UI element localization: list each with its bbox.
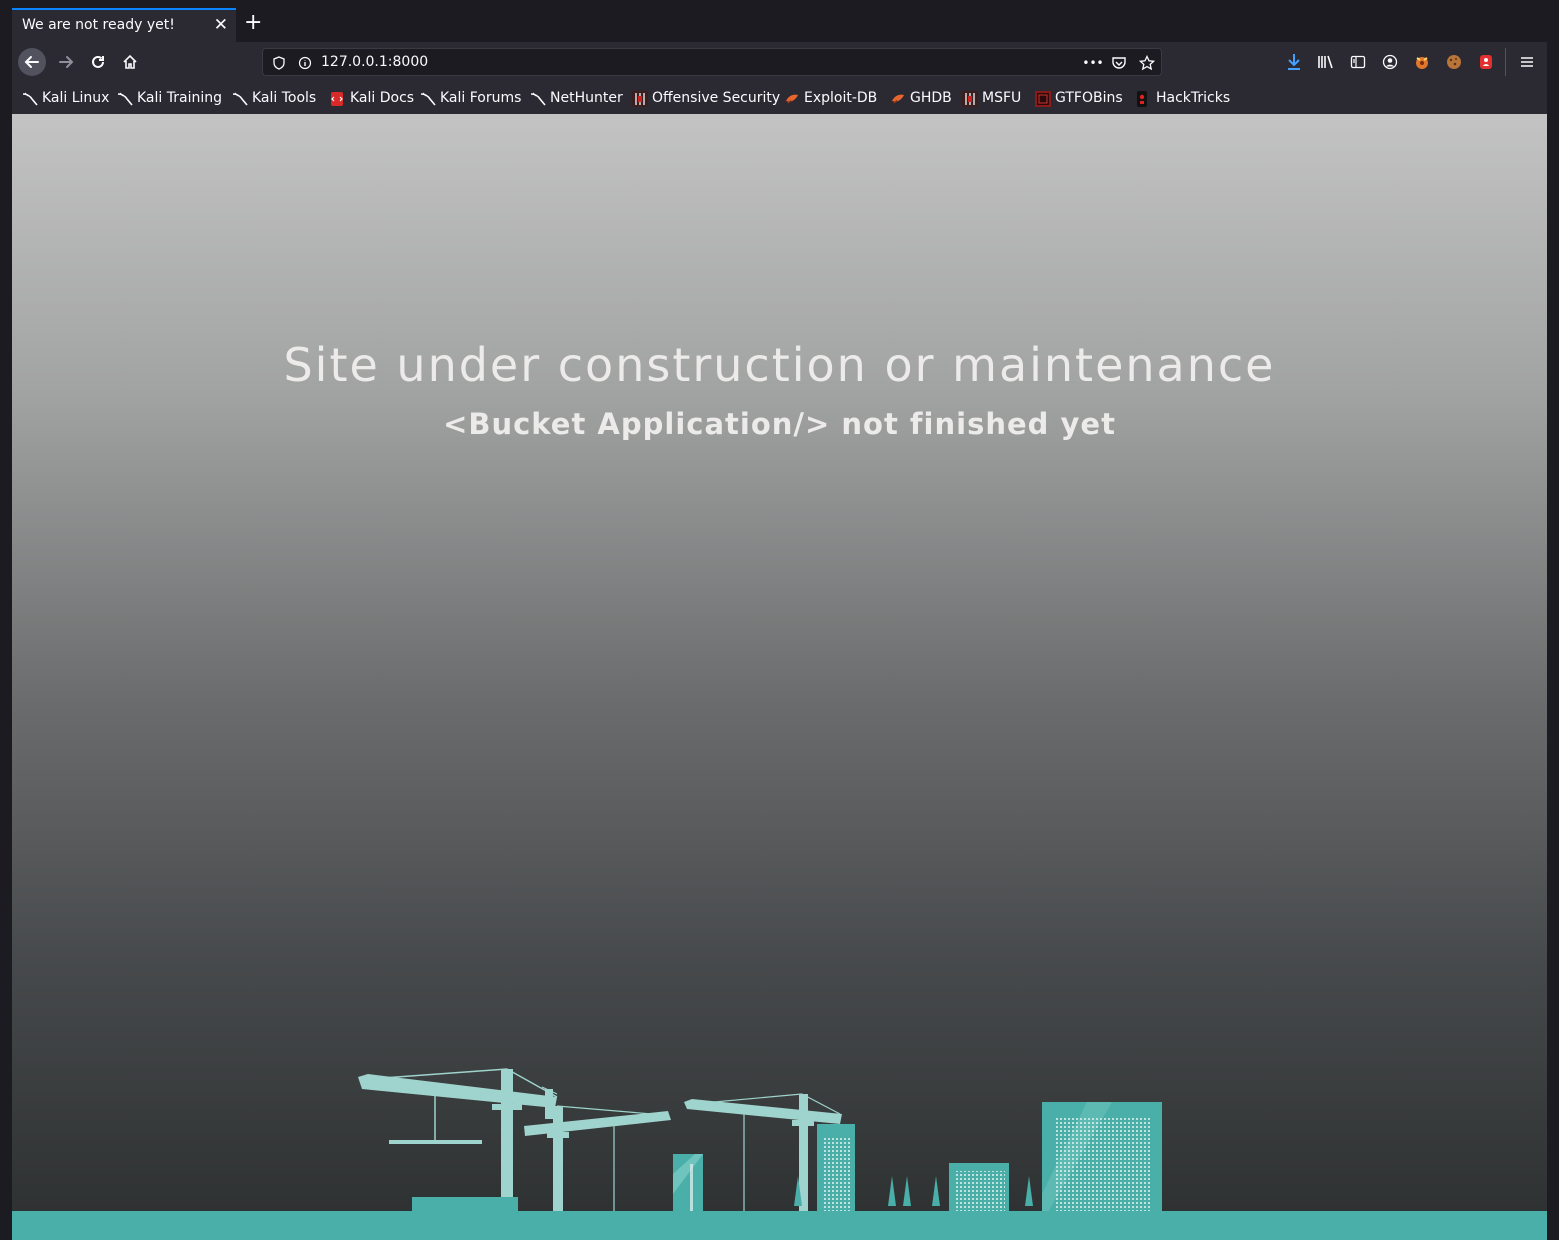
exploitdb-icon <box>784 91 798 105</box>
desktop-right-edge <box>1547 0 1559 1240</box>
forward-button[interactable] <box>52 48 80 76</box>
back-button[interactable] <box>18 48 46 76</box>
bookmark-label: Kali Tools <box>252 90 317 106</box>
home-button[interactable] <box>116 48 144 76</box>
toolbar-separator <box>1505 48 1506 76</box>
bookmark-label: Exploit-DB <box>804 90 878 106</box>
bookmark-label: Kali Linux <box>42 90 110 106</box>
bookmark-kali-linux[interactable]: Kali Linux <box>22 88 109 108</box>
tab-close-icon[interactable]: ✕ <box>214 15 228 35</box>
building-small-left <box>673 1154 703 1216</box>
bookmark-nethunter[interactable]: NetHunter <box>530 88 623 108</box>
kali-dragon-icon <box>530 91 546 106</box>
building-large-right <box>1042 1102 1162 1222</box>
page-content: Site under construction or maintenance <… <box>12 114 1547 1240</box>
crane-middle <box>524 1086 671 1213</box>
site-info-icon[interactable] <box>295 53 315 73</box>
bookmark-offensive-security[interactable]: Offensive Security <box>632 88 780 108</box>
bookmark-kali-tools[interactable]: Kali Tools <box>232 88 316 108</box>
arrow-right-icon <box>59 56 74 68</box>
bookmark-kali-training[interactable]: Kali Training <box>117 88 222 108</box>
hamburger-menu-icon[interactable] <box>1516 51 1538 73</box>
page-actions-icon[interactable]: ••• <box>1081 53 1105 73</box>
navigation-toolbar: 127.0.0.1:8000 ••• <box>12 42 1547 82</box>
bookmark-msfu[interactable]: MSFU <box>962 88 1021 108</box>
tab-active[interactable]: We are not ready yet! ✕ <box>12 8 236 42</box>
bookmark-label: NetHunter <box>550 90 623 106</box>
bookmark-label: GTFOBins <box>1055 90 1123 106</box>
tracking-shield-icon[interactable] <box>269 53 289 73</box>
kali-dragon-icon <box>420 91 436 106</box>
tab-strip: We are not ready yet! ✕ + <box>12 0 1547 42</box>
bookmark-label: Kali Forums <box>440 90 522 106</box>
arrow-left-icon <box>24 56 39 68</box>
desktop-left-edge <box>0 0 12 1240</box>
exploitdb-icon <box>890 91 904 105</box>
pocket-icon[interactable] <box>1109 53 1129 73</box>
cookie-editor-icon[interactable] <box>1443 51 1465 73</box>
extension-icon[interactable] <box>1411 51 1433 73</box>
bookmark-label: GHDB <box>910 90 952 106</box>
bookmark-ghdb[interactable]: GHDB <box>890 88 952 108</box>
hacktricks-icon <box>1136 91 1150 107</box>
tab-title: We are not ready yet! <box>22 17 175 33</box>
library-icon[interactable] <box>1315 51 1337 73</box>
crane-large-left <box>358 1068 558 1214</box>
offsec-icon <box>632 91 648 107</box>
bookmark-kali-docs[interactable]: Kali Docs <box>330 88 414 108</box>
url-text: 127.0.0.1:8000 <box>321 54 429 70</box>
downloads-icon[interactable] <box>1283 51 1305 73</box>
reload-button[interactable] <box>84 48 112 76</box>
kali-docs-icon <box>330 91 344 106</box>
bookmark-label: Kali Docs <box>350 90 415 106</box>
ground-strip <box>12 1211 1547 1240</box>
gtfobins-icon <box>1035 91 1051 107</box>
offsec-icon <box>962 91 978 107</box>
bookmark-label: HackTricks <box>1156 90 1231 106</box>
home-icon <box>123 54 137 69</box>
browser-window: We are not ready yet! ✕ + 127.0.0.1:8000… <box>12 0 1547 1240</box>
bookmark-label: Kali Training <box>137 90 222 106</box>
bookmarks-toolbar: Kali Linux Kali Training Kali Tools Kali Do… <box>12 82 1547 114</box>
bookmark-exploit-db[interactable]: Exploit-DB <box>784 88 877 108</box>
bookmark-kali-forums[interactable]: Kali Forums <box>420 88 521 108</box>
new-tab-button[interactable]: + <box>244 12 262 34</box>
bookmark-hacktricks[interactable]: HackTricks <box>1136 88 1230 108</box>
kali-dragon-icon <box>22 91 38 106</box>
bookmark-gtfobins[interactable]: GTFOBins <box>1035 88 1123 108</box>
bookmark-star-icon[interactable] <box>1137 53 1157 73</box>
reload-icon <box>92 55 104 68</box>
bookmark-label: Offensive Security <box>652 90 781 106</box>
account-icon[interactable] <box>1379 51 1401 73</box>
bookmark-label: MSFU <box>982 90 1022 106</box>
kali-dragon-icon <box>117 91 133 106</box>
url-bar[interactable]: 127.0.0.1:8000 ••• <box>262 48 1162 76</box>
sidebar-icon[interactable] <box>1347 51 1369 73</box>
kali-dragon-icon <box>232 91 248 106</box>
construction-skyline-illustration <box>358 1068 1162 1230</box>
foxyproxy-icon[interactable] <box>1475 51 1497 73</box>
